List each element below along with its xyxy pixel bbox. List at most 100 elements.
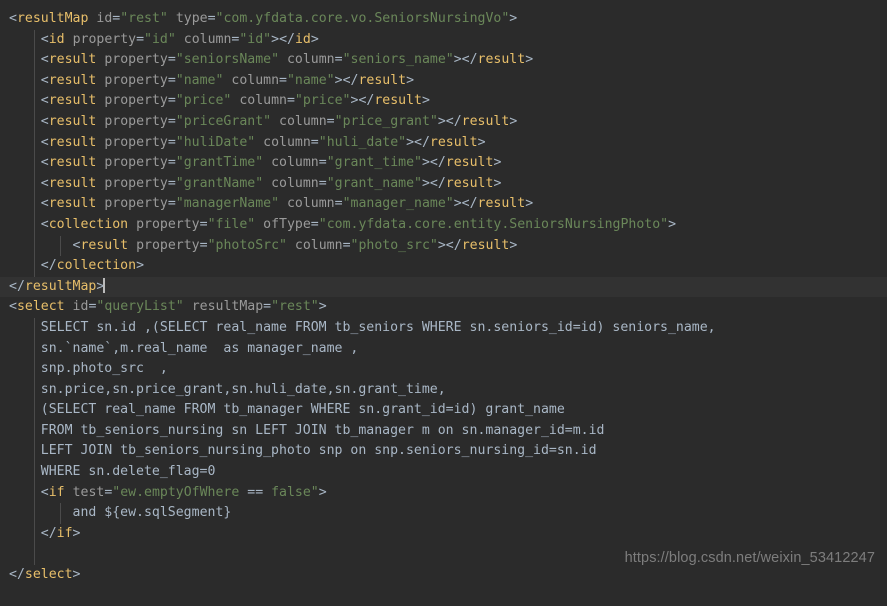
code-token-sql: SELECT sn.id ,(SELECT real_name FROM tb_…: [40, 319, 716, 335]
code-line-content: WHERE sn.delete_flag=0: [9, 464, 216, 479]
code-line[interactable]: <result property="priceGrant" column="pr…: [0, 111, 887, 133]
code-line[interactable]: <result property="photoSrc" column="phot…: [0, 235, 887, 257]
code-line[interactable]: <result property="huliDate" column="huli…: [0, 132, 887, 154]
code-token-val: "seniorsName": [175, 52, 280, 68]
code-line[interactable]: (SELECT real_name FROM tb_manager WHERE …: [0, 400, 887, 421]
code-editor[interactable]: <resultMap id="rest" type="com.yfdata.co…: [0, 0, 887, 606]
code-token-tag: result: [48, 196, 97, 212]
code-line[interactable]: WHERE sn.delete_flag=0: [0, 462, 887, 483]
code-line[interactable]: and ${ew.sqlSegment}: [0, 503, 887, 524]
code-token-val: "com.yfdata.core.vo.SeniorsNursingVo": [215, 11, 510, 26]
code-token-punct: <: [9, 11, 17, 26]
code-token-eq: =: [286, 93, 295, 109]
code-token-punct: >: [525, 196, 534, 212]
code-token-attr: type: [175, 11, 208, 26]
code-line[interactable]: sn.`name`,m.real_name as manager_name ,: [0, 338, 887, 360]
code-token-tag: result: [374, 93, 422, 109]
code-token-punct: <: [40, 93, 49, 109]
indent-guide: [34, 91, 35, 112]
code-line[interactable]: <id property="id" column="id"></id>: [0, 29, 887, 51]
code-token-val: "id": [144, 31, 176, 47]
code-token-val: "priceGrant": [175, 113, 272, 129]
code-token-val: "name": [286, 72, 335, 88]
code-line[interactable]: <if test="ew.emptyOfWhere == false">: [0, 482, 887, 504]
code-token-punct: >: [668, 216, 677, 232]
code-token-punct: [65, 299, 73, 314]
code-token-tag: result: [445, 175, 494, 191]
code-line[interactable]: </collection>: [0, 256, 887, 277]
code-line[interactable]: <select id="queryList" resultMap="rest">: [0, 297, 887, 318]
code-line[interactable]: LEFT JOIN tb_seniors_nursing_photo snp o…: [0, 441, 887, 463]
code-token-val: "ew.emptyOfWhere: [112, 484, 248, 500]
code-token-punct: >: [525, 52, 534, 68]
indent-guide: [34, 132, 35, 154]
code-line[interactable]: <resultMap id="rest" type="com.yfdata.co…: [0, 9, 887, 30]
code-token-punct: >: [72, 567, 81, 583]
code-line[interactable]: <result property="grantName" column="gra…: [0, 173, 887, 195]
code-token-val: "photoSrc": [207, 237, 287, 253]
code-line[interactable]: <result property="grantTime" column="gra…: [0, 153, 887, 174]
code-line[interactable]: sn.price,sn.price_grant,sn.huli_date,sn.…: [0, 379, 887, 401]
code-token-tag: result: [80, 237, 129, 253]
code-token-tag: result: [48, 175, 97, 191]
code-line[interactable]: <collection property="file" ofType="com.…: [0, 214, 887, 236]
code-token-punct: >: [310, 31, 319, 47]
code-line[interactable]: </if>: [0, 523, 887, 545]
code-token-attr: property: [104, 196, 168, 212]
code-token-punct: ></: [437, 237, 462, 253]
code-token-eq: =: [334, 52, 343, 68]
code-token-attr: column: [271, 175, 319, 191]
code-token-punct: >: [493, 155, 502, 171]
code-line[interactable]: SELECT sn.id ,(SELECT real_name FROM tb_…: [0, 317, 887, 339]
code-token-eq: =: [318, 155, 327, 171]
code-token-punct: </: [9, 278, 25, 294]
code-line-content: <result property="seniorsName" column="s…: [9, 52, 533, 67]
code-line[interactable]: <result property="price" column="price">…: [0, 91, 887, 112]
code-token-eq: =: [207, 11, 216, 26]
code-token-val: "grant_time": [326, 155, 422, 171]
code-line-content: <result property="price" column="price">…: [9, 93, 430, 108]
code-line-content: SELECT sn.id ,(SELECT real_name FROM tb_…: [9, 320, 716, 335]
code-token-punct: [263, 155, 271, 170]
indent-guide: [34, 359, 35, 380]
code-token-punct: [279, 196, 287, 211]
indent-guide: [34, 29, 35, 51]
code-line[interactable]: <result property="name" column="name"></…: [0, 70, 887, 92]
code-token-eq: =: [167, 52, 176, 68]
code-line[interactable]: FROM tb_seniors_nursing sn LEFT JOIN tb_…: [0, 420, 887, 442]
code-token-eq: =: [318, 175, 327, 191]
code-token-eq: =: [310, 216, 319, 232]
code-token-punct: [263, 176, 271, 191]
code-line[interactable]: </resultMap>: [0, 276, 887, 298]
code-token-punct: >: [509, 237, 518, 253]
code-token-val: "huli_date": [318, 134, 407, 150]
code-text-area[interactable]: <resultMap id="rest" type="com.yfdata.co…: [0, 9, 887, 586]
code-line[interactable]: <result property="seniorsName" column="s…: [0, 50, 887, 71]
code-token-punct: <: [40, 175, 49, 191]
code-token-eq: =: [310, 134, 319, 150]
code-token-sql: sn.price,sn.price_grant,sn.huli_date,sn.…: [40, 381, 446, 397]
code-token-attr: property: [104, 134, 168, 150]
code-token-attr: resultMap: [191, 299, 264, 315]
code-line[interactable]: <result property="managerName" column="m…: [0, 194, 887, 215]
code-token-val: "id": [239, 31, 272, 47]
code-token-eq: =: [279, 72, 287, 88]
code-line[interactable]: snp.photo_src ,: [0, 359, 887, 380]
indent-guide: [34, 256, 35, 277]
indent-guide: [34, 194, 35, 215]
code-token-punct: [255, 217, 263, 232]
code-line-content: </select>: [9, 567, 80, 582]
code-token-attr: column: [286, 196, 335, 212]
code-token-attr: property: [104, 175, 168, 191]
code-token-attr: id: [96, 11, 113, 26]
code-token-val: "rest": [120, 11, 168, 26]
